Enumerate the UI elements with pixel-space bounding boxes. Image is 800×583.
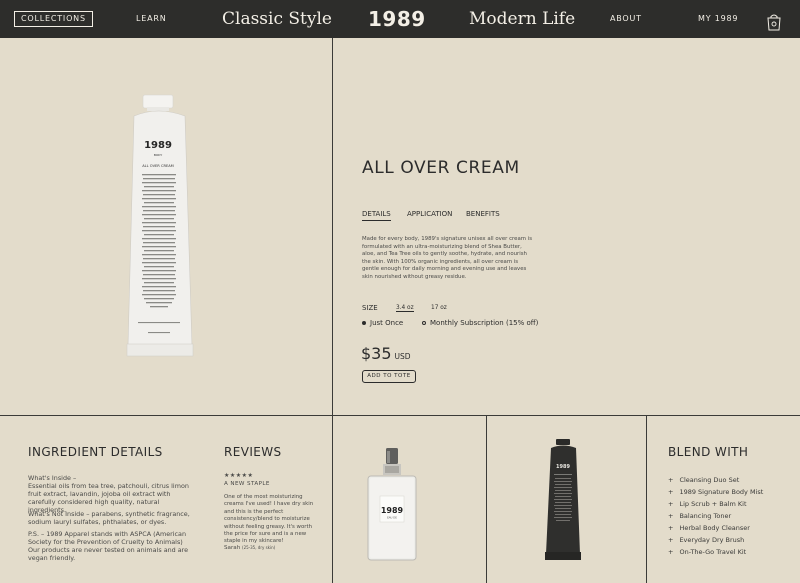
product-description: Made for every body, 1989's signature un…: [362, 236, 533, 280]
tab-details[interactable]: DETAILS: [362, 210, 391, 221]
dark-tube-image: 1989: [543, 438, 583, 562]
nav-modern-life[interactable]: Modern Life: [469, 0, 575, 38]
divider: [0, 415, 800, 416]
option-label: Monthly Subscription (15% off): [430, 319, 539, 327]
nav-about[interactable]: ABOUT: [610, 0, 642, 38]
shopping-bag-icon[interactable]: [766, 10, 782, 31]
review-stars: ★★★★★: [224, 472, 254, 479]
review-author-name: Sarah: [224, 545, 241, 551]
tube-name: ALL OVER CREAM: [142, 164, 174, 168]
blend-item[interactable]: Lip Scrub + Balm Kit: [668, 498, 763, 510]
blend-heading: BLEND WITH: [668, 445, 749, 459]
review-headline: A NEW STAPLE: [224, 481, 270, 487]
radio-empty-icon: [422, 321, 426, 325]
option-subscription[interactable]: Monthly Subscription (15% off): [422, 319, 538, 327]
review-author: Sarah (25-35, dry skin): [224, 544, 275, 552]
tube-brand: 1989: [144, 140, 172, 151]
product-title: ALL OVER CREAM: [362, 158, 520, 178]
size-option-large[interactable]: 17 oz: [431, 305, 447, 311]
add-to-tote-button[interactable]: ADD TO TOTE: [362, 370, 416, 383]
nav-collections[interactable]: COLLECTIONS: [14, 11, 93, 27]
brand-logo[interactable]: 1989: [368, 0, 426, 38]
dark-tube-brand: 1989: [556, 464, 570, 470]
ingredients-not-inside: What's Not Inside – parabens, synthetic …: [28, 510, 190, 526]
blend-list: Cleansing Duo Set 1989 Signature Body Mi…: [668, 474, 763, 558]
nav-classic-style[interactable]: Classic Style: [222, 0, 332, 38]
product-image: 1989 BODY ALL OVER CREAM: [124, 94, 198, 364]
ingredients-ps: P.S. – 1989 Apparel stands with ASPCA (A…: [28, 530, 189, 562]
option-just-once[interactable]: Just Once: [362, 319, 403, 327]
ingredients-inside: What's Inside – Essential oils from tea …: [28, 474, 189, 514]
perfume-bottle-image: 1989 EAU DE: [366, 446, 418, 562]
divider: [332, 38, 333, 583]
tab-benefits[interactable]: BENEFITS: [466, 210, 500, 218]
blend-item[interactable]: 1989 Signature Body Mist: [668, 486, 763, 498]
price: $35 USD: [361, 344, 411, 363]
tube-line: BODY: [154, 153, 163, 157]
reviews-heading: REVIEWS: [224, 445, 282, 459]
nav-learn[interactable]: LEARN: [136, 0, 167, 38]
radio-selected-icon: [362, 321, 366, 325]
divider: [646, 415, 647, 583]
divider: [486, 415, 487, 583]
size-option-small[interactable]: 3.4 oz: [396, 305, 414, 312]
blend-item[interactable]: Balancing Toner: [668, 510, 763, 522]
option-label: Just Once: [370, 319, 404, 327]
blend-item[interactable]: Cleansing Duo Set: [668, 474, 763, 486]
review-author-meta: (25-35, dry skin): [242, 545, 276, 550]
review-body: One of the most moisturizing creams I've…: [224, 494, 314, 545]
perfume-brand: 1989: [381, 506, 404, 515]
price-currency: USD: [394, 352, 411, 361]
blend-item[interactable]: Everyday Dry Brush: [668, 534, 763, 546]
perfume-sub: EAU DE: [387, 516, 397, 520]
nav-my-1989[interactable]: MY 1989: [698, 0, 738, 38]
tab-application[interactable]: APPLICATION: [407, 210, 452, 218]
top-navigation: COLLECTIONS LEARN Classic Style 1989 Mod…: [0, 0, 800, 38]
size-label: SIZE: [362, 304, 378, 312]
ingredients-heading: INGREDIENT DETAILS: [28, 445, 163, 459]
blend-item[interactable]: Herbal Body Cleanser: [668, 522, 763, 534]
price-amount: $35: [361, 344, 392, 363]
blend-item[interactable]: On-The-Go Travel Kit: [668, 546, 763, 558]
